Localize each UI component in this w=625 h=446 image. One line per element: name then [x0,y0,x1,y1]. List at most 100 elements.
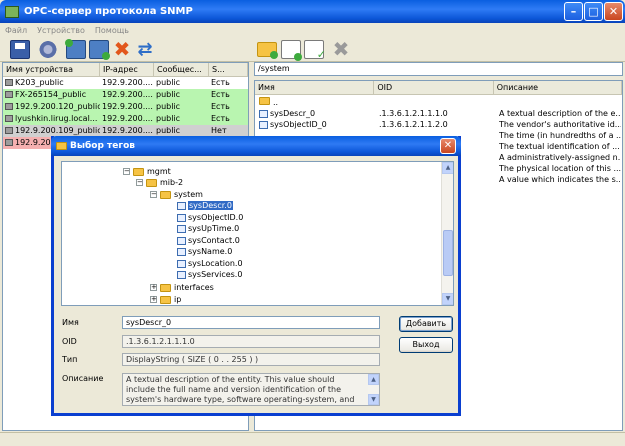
add-folder-icon[interactable] [257,42,278,59]
menu-help[interactable]: Помощь [95,26,129,35]
minimize-button[interactable]: – [564,2,583,21]
menu-device[interactable]: Устройство [37,26,85,35]
oid-tree: − mgmt − mib-2 − system sysDescr.0 sysObjec… [61,161,454,306]
status-bar [0,432,625,446]
tree-node-system[interactable]: − system [150,189,203,200]
tree-leaf[interactable]: sysContact.0 [177,235,240,246]
tree-leaf[interactable]: sysUpTime.0 [177,223,239,234]
folder-icon [160,295,171,304]
oid-label: OID [62,337,77,346]
folder-icon [160,283,171,292]
description-scrollbar[interactable]: ▲ ▼ [368,374,379,405]
tree-leaf[interactable]: sysObjectID.0 [177,212,243,223]
tag-icon [177,236,186,245]
save-icon[interactable] [10,40,30,59]
collapse-icon[interactable]: − [123,168,130,175]
edit-tag-icon[interactable]: ✓ [304,40,326,60]
expand-icon[interactable]: + [150,296,157,303]
window-title: OPC-сервер протокола SNMP [24,6,193,17]
tag-icon [177,259,186,268]
collapse-icon[interactable]: − [136,179,143,186]
col-device-name[interactable]: Имя устройства [3,63,100,76]
window-titlebar: OPC-сервер протокола SNMP – □ ✕ [0,0,625,23]
folder-icon [146,178,157,187]
exit-button[interactable]: Выход [399,337,453,353]
tree-scrollbar[interactable]: ▲ ▼ [441,162,453,305]
type-field: DisplayString ( SIZE ( 0 . . 255 ) ) [122,353,380,366]
col-description[interactable]: Описание [494,81,622,94]
settings-icon[interactable] [38,40,58,59]
tree-node-ip[interactable]: + ip [150,294,181,305]
description-field: A textual description of the entity. Thi… [122,373,380,406]
tree-leaf-selected[interactable]: sysDescr.0 [177,200,233,211]
scroll-down-icon[interactable]: ▼ [368,394,379,405]
expand-icon[interactable]: + [150,284,157,291]
delete-tag-icon[interactable]: ✖ [331,39,351,59]
tag-icon [177,224,186,233]
device-row[interactable]: lyushkin.lirug.local... 192.9.200.... pu… [3,113,248,125]
tag-icon [259,109,268,118]
description-label: Описание [62,374,104,383]
tags-header: Имя OID Описание [255,81,622,95]
col-status[interactable]: S... [209,63,248,76]
col-community[interactable]: Сообщес... [154,63,209,76]
menu-file[interactable]: Файл [5,26,27,35]
device-icon [5,139,13,146]
tree-leaf[interactable]: sysLocation.0 [177,258,243,269]
dialog-close-button[interactable]: ✕ [440,138,456,154]
tree-node-mib2[interactable]: − mib-2 [136,177,183,188]
device-icon [5,79,13,86]
tag-row[interactable]: sysObjectID_0 .1.3.6.1.2.1.1.2.0 The ven… [255,119,622,130]
tag-icon [177,201,186,210]
scroll-down-icon[interactable]: ▼ [442,293,453,305]
tree-leaf[interactable]: sysName.0 [177,246,232,257]
oid-field: .1.3.6.1.2.1.1.1.0 [122,335,380,348]
tags-path: /system [254,62,623,76]
name-label: Имя [62,318,79,327]
device-icon [5,127,13,134]
device-icon [5,115,13,122]
col-tag-name[interactable]: Имя [255,81,375,94]
tag-icon [259,120,268,129]
device-row[interactable]: K203_public 192.9.200.... public Есть [3,77,248,89]
add-device-icon[interactable] [65,39,86,59]
edit-device-icon[interactable] [89,40,110,60]
device-icon [5,91,13,98]
scroll-up-icon[interactable]: ▲ [442,162,453,174]
dialog-titlebar: Выбор тегов [51,136,461,156]
tag-icon [177,247,186,256]
tag-row[interactable]: sysDescr_0 .1.3.6.1.2.1.1.1.0 A textual … [255,108,622,119]
dialog-title: Выбор тегов [70,141,135,151]
close-button[interactable]: ✕ [604,2,623,21]
app-icon [5,5,19,18]
delete-icon[interactable]: ✖ [112,39,132,59]
tree-leaf[interactable]: sysServices.0 [177,269,242,280]
devices-header: Имя устройства IP-адрес Сообщес... S... [3,63,248,77]
folder-up-icon [259,97,270,105]
type-label: Тип [62,355,78,364]
col-oid[interactable]: OID [374,81,494,94]
scroll-thumb[interactable] [443,230,453,276]
tag-icon [177,270,186,279]
folder-icon [160,190,171,199]
folder-icon [133,167,144,176]
col-ip[interactable]: IP-адрес [100,63,154,76]
device-row[interactable]: 192.9.200.120_public 192.9.200.... publi… [3,101,248,113]
device-row[interactable]: FX-265154_public 192.9.200.... public Ес… [3,89,248,101]
add-button[interactable]: Добавить [399,316,453,332]
scroll-up-icon[interactable]: ▲ [368,374,379,385]
device-icon [5,103,13,110]
tree-node-interfaces[interactable]: + interfaces [150,282,214,293]
toolbar: ✖ ⇄ ✓ ✖ [0,37,625,62]
dialog-folder-icon [56,142,67,150]
refresh-icon[interactable]: ⇄ [135,40,155,59]
menu-bar: Файл Устройство Помощь [0,23,625,37]
maximize-button[interactable]: □ [584,2,603,21]
tag-row-up[interactable]: .. [255,97,622,108]
name-input[interactable]: sysDescr_0 [122,316,380,329]
tag-select-dialog: Выбор тегов ✕ − mgmt − mib-2 − system sysDe… [51,136,461,416]
tree-node-mgmt[interactable]: − mgmt [123,166,171,177]
add-tag-icon[interactable] [281,40,302,61]
tag-icon [177,213,186,222]
collapse-icon[interactable]: − [150,191,157,198]
